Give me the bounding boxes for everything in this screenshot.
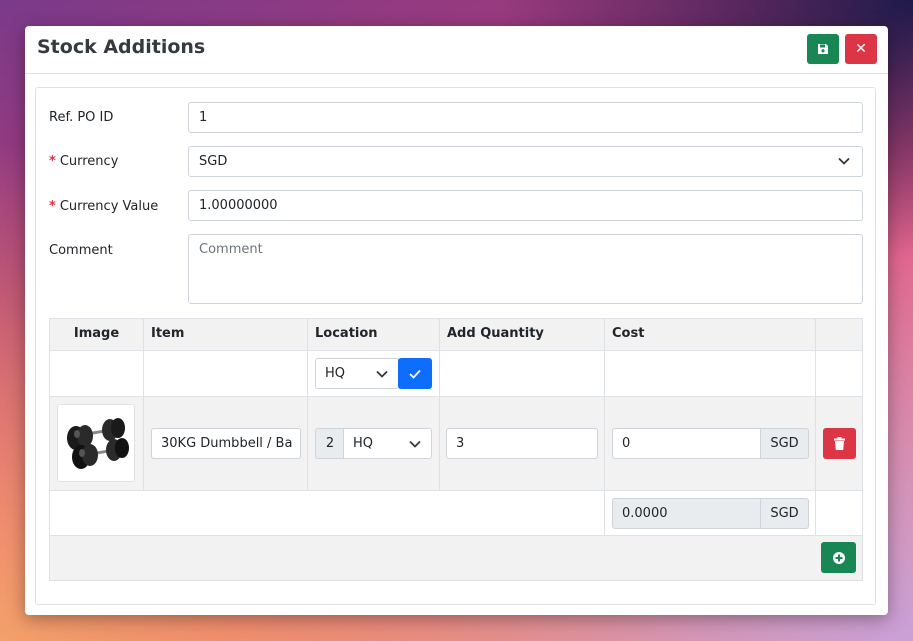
chevron-down-icon (409, 440, 421, 448)
column-header-image: Image (50, 319, 144, 350)
bulk-location-value: HQ (325, 366, 346, 381)
check-icon (409, 369, 421, 379)
currency-select[interactable]: SGD (188, 146, 863, 177)
column-header-actions (816, 319, 862, 350)
currency-value-label-text: Currency Value (59, 199, 159, 214)
chevron-down-icon (838, 157, 850, 165)
ref-po-input[interactable]: 1 (188, 102, 863, 133)
save-button[interactable] (807, 34, 839, 64)
item-name-input[interactable]: 30KG Dumbbell / Ba (151, 428, 301, 459)
total-cost-field: 0.0000 (612, 498, 762, 529)
bulk-location-select[interactable]: HQ (315, 358, 399, 389)
add-row-button[interactable] (821, 542, 856, 573)
comment-textarea[interactable]: Comment (188, 234, 863, 304)
bulk-location-row: HQ (50, 351, 862, 397)
chevron-down-icon (376, 370, 388, 378)
ref-po-label: Ref. PO ID (49, 110, 114, 125)
stock-form-card: Ref. PO ID 1 * Currency SGD * Currency Val… (35, 87, 876, 605)
column-header-location: Location (308, 319, 440, 350)
delete-row-button[interactable] (823, 428, 856, 459)
currency-value-label: * Currency Value (49, 199, 158, 214)
column-header-cost: Cost (605, 319, 816, 350)
required-mark: * (49, 199, 56, 214)
modal-title: Stock Additions (37, 36, 206, 58)
currency-value-input[interactable]: 1.00000000 (188, 190, 863, 221)
comment-label: Comment (49, 243, 113, 258)
table-footer-row (50, 536, 862, 580)
modal-header: Stock Additions ✕ (25, 26, 888, 74)
row-location-select[interactable]: HQ (343, 428, 432, 459)
location-count-badge: 2 (315, 428, 345, 459)
stock-additions-modal: Stock Additions ✕ Ref. PO ID 1 * Currency… (25, 26, 888, 615)
add-quantity-input[interactable]: 3 (446, 428, 598, 459)
trash-icon (834, 437, 845, 450)
row-location-value: HQ (353, 436, 374, 451)
required-mark: * (49, 154, 56, 169)
currency-label-text: Currency (59, 154, 119, 169)
apply-location-button[interactable] (398, 358, 432, 389)
currency-select-value: SGD (199, 154, 228, 169)
total-row: 0.0000 SGD (50, 491, 862, 536)
currency-label: * Currency (49, 154, 118, 169)
column-header-add-quantity: Add Quantity (440, 319, 605, 350)
product-image (57, 404, 135, 482)
table-header-row: Image Item Location Add Quantity Cost (50, 319, 862, 351)
close-icon: ✕ (855, 41, 867, 57)
close-button[interactable]: ✕ (845, 34, 877, 64)
cost-currency-addon: SGD (760, 428, 809, 459)
floppy-disk-icon (818, 44, 828, 54)
table-row: 30KG Dumbbell / Ba 2 HQ 3 0 SGD (50, 397, 862, 491)
cost-input[interactable]: 0 (612, 428, 762, 459)
total-currency-addon: SGD (760, 498, 809, 529)
stock-items-table: Image Item Location Add Quantity Cost HQ (49, 318, 863, 581)
plus-circle-icon (832, 551, 845, 564)
column-header-item: Item (144, 319, 308, 350)
dumbbell-image (67, 418, 129, 469)
